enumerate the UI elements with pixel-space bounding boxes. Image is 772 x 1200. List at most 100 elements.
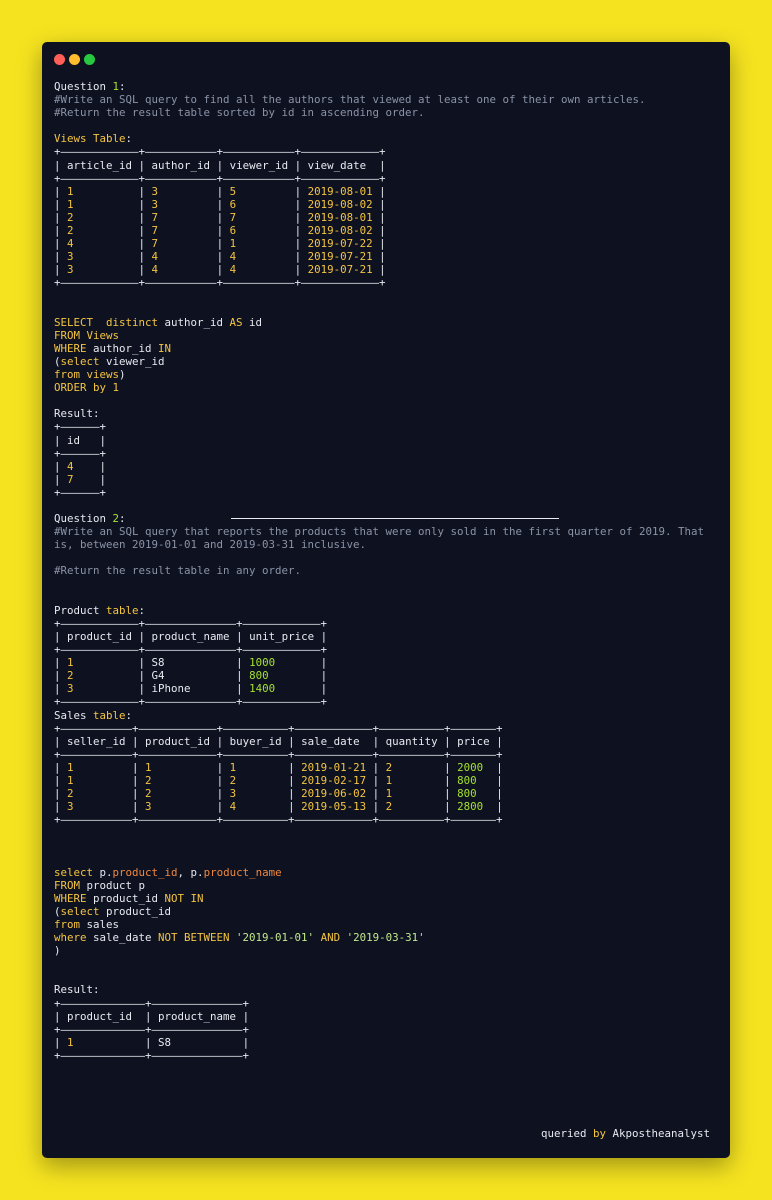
- table-border: +————————————+———————————+———————————+——…: [54, 171, 386, 185]
- minimize-window-button[interactable]: [69, 54, 80, 65]
- question-colon: :: [119, 80, 126, 93]
- table-border: +—————————————+——————————————+: [54, 1048, 250, 1062]
- table-cell: 800: [457, 773, 477, 787]
- table-frame: |: [483, 800, 503, 814]
- sql-keyword: NOT IN: [164, 891, 204, 905]
- q2-comment: #Return the result table in any order.: [54, 564, 724, 577]
- table-frame: |: [210, 158, 230, 172]
- question-1-title: Question 1:: [54, 80, 724, 93]
- sql-keyword: ORDER by 1: [54, 381, 120, 395]
- table-frame: |: [164, 656, 250, 670]
- code-token: :: [138, 603, 146, 617]
- table-frame: |: [483, 760, 503, 774]
- table-cell: author_id: [151, 158, 211, 172]
- table-frame: |: [359, 734, 386, 748]
- sales-table-title: Sales table:: [54, 709, 724, 722]
- views-row: | 2 | 7 | 7 | 2019-08-01 |: [54, 211, 724, 224]
- table-border: +—————————————+——————————————+: [54, 1022, 250, 1036]
- zoom-window-button[interactable]: [84, 54, 95, 65]
- table-frame: |: [73, 210, 152, 224]
- question-label: Question: [54, 80, 113, 93]
- sql-keyword: table: [93, 708, 126, 722]
- table-cell: 2800: [457, 800, 484, 814]
- table-frame: |: [268, 669, 328, 683]
- views-row: | 1 | 3 | 6 | 2019-08-02 |: [54, 198, 724, 211]
- sql-string: '2019-03-31': [340, 931, 425, 945]
- table-frame: |: [236, 760, 302, 774]
- table-cell: 2019-08-01: [307, 184, 373, 198]
- sql-keyword: AND: [320, 931, 341, 945]
- table-frame: |: [236, 210, 308, 224]
- table-cell: 2000: [457, 760, 484, 774]
- table-frame: |: [54, 1009, 68, 1023]
- table-cell: viewer_id: [229, 158, 289, 172]
- table-frame: |: [489, 734, 503, 748]
- sql-field: product_name: [203, 865, 282, 879]
- code-content: Question 1: #Write an SQL query to find a…: [54, 80, 724, 1062]
- table-frame: |: [366, 158, 386, 172]
- sql-field: product_id: [112, 865, 178, 879]
- table-frame: |: [158, 184, 230, 198]
- result-row: | 4 |: [54, 460, 724, 473]
- table-frame: |: [275, 656, 328, 670]
- table-frame: |: [132, 158, 152, 172]
- table-frame: |: [236, 1009, 250, 1023]
- q1-sql: from views): [54, 368, 724, 381]
- table-border: +————————————+———————————+———————————+——…: [54, 145, 386, 159]
- table-border: +——————+: [54, 446, 107, 460]
- comment-line: #Return the result table in any order.: [54, 564, 302, 578]
- code-token: sale_date: [86, 931, 159, 945]
- q2-sql: WHERE product_id NOT IN: [54, 892, 724, 905]
- table-frame: |: [210, 734, 230, 748]
- q1-comment: #Return the result table sorted by id in…: [54, 106, 724, 119]
- table-frame: |: [314, 629, 328, 643]
- table-cell: sale_date: [301, 734, 360, 748]
- section-divider: [231, 518, 559, 519]
- q1-sql: SELECT distinct author_id AS id: [54, 316, 724, 329]
- table-frame: |: [73, 224, 152, 238]
- close-window-button[interactable]: [54, 54, 65, 65]
- table-frame: |: [54, 800, 68, 814]
- q2-comment: #Write an SQL query that reports the pro…: [54, 525, 724, 538]
- q2-sql: FROM product p: [54, 879, 724, 892]
- table-frame: |: [372, 210, 386, 224]
- table-cell: product_id: [67, 629, 133, 643]
- views-row: | 3 | 4 | 4 | 2019-07-21 |: [54, 263, 724, 276]
- table-frame: |: [372, 237, 386, 251]
- table-frame: |: [190, 682, 250, 696]
- table-cell: 2019-07-21: [307, 263, 373, 277]
- table-frame: |: [236, 250, 308, 264]
- table-frame: |: [151, 773, 230, 787]
- table-cell: 2019-02-17: [301, 773, 367, 787]
- table-frame: |: [151, 760, 230, 774]
- table-frame: |: [366, 787, 386, 801]
- table-frame: |: [236, 197, 308, 211]
- table-frame: |: [73, 656, 152, 670]
- table-frame: |: [158, 224, 230, 238]
- table-frame: |: [158, 263, 230, 277]
- table-frame: |: [236, 773, 302, 787]
- table-frame: |: [366, 800, 386, 814]
- result-label: Result:: [54, 407, 724, 420]
- table-border: +——————+: [54, 485, 107, 499]
- result-label: Result:: [54, 983, 100, 997]
- table-frame: |: [288, 158, 308, 172]
- table-cell: S8: [151, 656, 165, 670]
- table-frame: |: [54, 629, 68, 643]
- table-frame: |: [372, 184, 386, 198]
- product-row: | 2 | G4 | 800 |: [54, 669, 724, 682]
- table-frame: |: [158, 210, 230, 224]
- question-colon: :: [119, 512, 126, 526]
- product-row: | 3 | iPhone | 1400 |: [54, 682, 724, 695]
- code-token: , p.: [177, 865, 204, 879]
- q2-sql: select p.product_id, p.product_name: [54, 866, 724, 879]
- table-frame: |: [151, 800, 230, 814]
- question-label: Question: [54, 512, 113, 526]
- table-border: +———————————+————————————+——————————+———…: [54, 747, 503, 761]
- table-frame: |: [132, 629, 152, 643]
